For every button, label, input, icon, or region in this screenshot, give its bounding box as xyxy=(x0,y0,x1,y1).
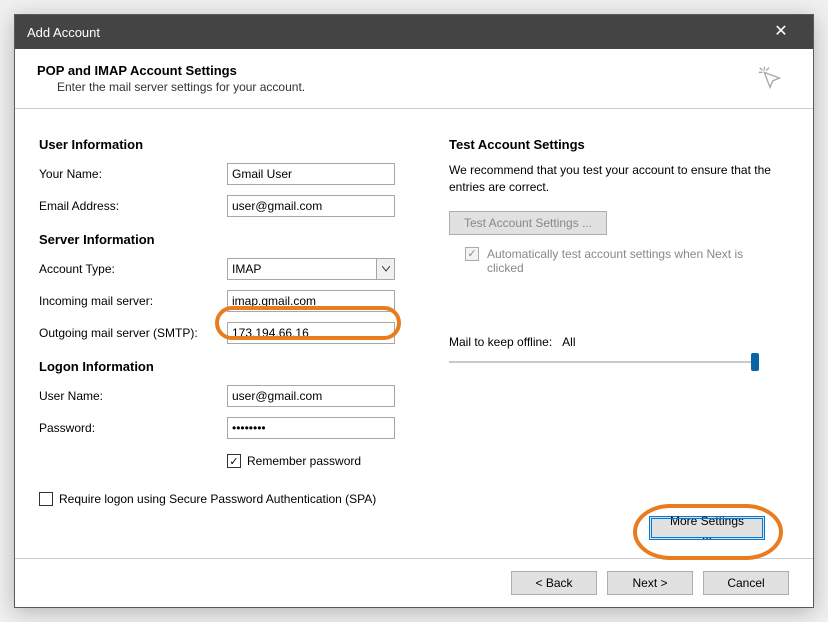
outgoing-server-label: Outgoing mail server (SMTP): xyxy=(39,326,227,340)
wizard-header: POP and IMAP Account Settings Enter the … xyxy=(15,49,813,109)
email-field[interactable] xyxy=(227,195,395,217)
account-type-value: IMAP xyxy=(232,262,261,276)
test-settings-desc: We recommend that you test your account … xyxy=(449,162,789,197)
test-account-settings-button[interactable]: Test Account Settings ... xyxy=(449,211,607,235)
outgoing-server-field[interactable] xyxy=(227,322,395,344)
close-icon[interactable]: ✕ xyxy=(761,15,801,49)
more-settings-button[interactable]: More Settings ... xyxy=(649,516,765,540)
spa-label: Require logon using Secure Password Auth… xyxy=(59,492,376,506)
incoming-server-label: Incoming mail server: xyxy=(39,294,227,308)
footer-buttons: < Back Next > Cancel xyxy=(15,558,813,607)
test-settings-title: Test Account Settings xyxy=(449,137,789,152)
username-field[interactable] xyxy=(227,385,395,407)
password-field[interactable] xyxy=(227,417,395,439)
content-area: User Information Your Name: Email Addres… xyxy=(15,109,813,558)
cancel-button[interactable]: Cancel xyxy=(703,571,789,595)
username-label: User Name: xyxy=(39,389,227,403)
password-label: Password: xyxy=(39,421,227,435)
server-info-title: Server Information xyxy=(39,232,431,247)
email-label: Email Address: xyxy=(39,199,227,213)
chevron-down-icon xyxy=(376,259,394,279)
auto-test-checkbox[interactable]: ✓ xyxy=(465,247,479,261)
account-type-label: Account Type: xyxy=(39,262,227,276)
user-info-title: User Information xyxy=(39,137,431,152)
cursor-click-icon xyxy=(755,63,785,93)
your-name-label: Your Name: xyxy=(39,167,227,181)
next-button[interactable]: Next > xyxy=(607,571,693,595)
spa-checkbox[interactable] xyxy=(39,492,53,506)
add-account-window: Add Account ✕ POP and IMAP Account Setti… xyxy=(14,14,814,608)
auto-test-label: Automatically test account settings when… xyxy=(487,247,767,275)
mail-offline-label: Mail to keep offline: xyxy=(449,335,552,349)
wizard-subheading: Enter the mail server settings for your … xyxy=(37,80,755,94)
account-type-select[interactable]: IMAP xyxy=(227,258,395,280)
incoming-server-field[interactable] xyxy=(227,290,395,312)
your-name-field[interactable] xyxy=(227,163,395,185)
back-button[interactable]: < Back xyxy=(511,571,597,595)
remember-password-checkbox[interactable]: ✓ xyxy=(227,454,241,468)
title-bar: Add Account ✕ xyxy=(15,15,813,49)
slider-thumb-icon[interactable] xyxy=(751,353,759,371)
mail-offline-slider[interactable] xyxy=(449,353,759,371)
remember-password-label: Remember password xyxy=(247,454,361,468)
window-title: Add Account xyxy=(27,25,100,40)
logon-info-title: Logon Information xyxy=(39,359,431,374)
wizard-heading: POP and IMAP Account Settings xyxy=(37,63,755,78)
mail-offline-value: All xyxy=(562,335,575,349)
